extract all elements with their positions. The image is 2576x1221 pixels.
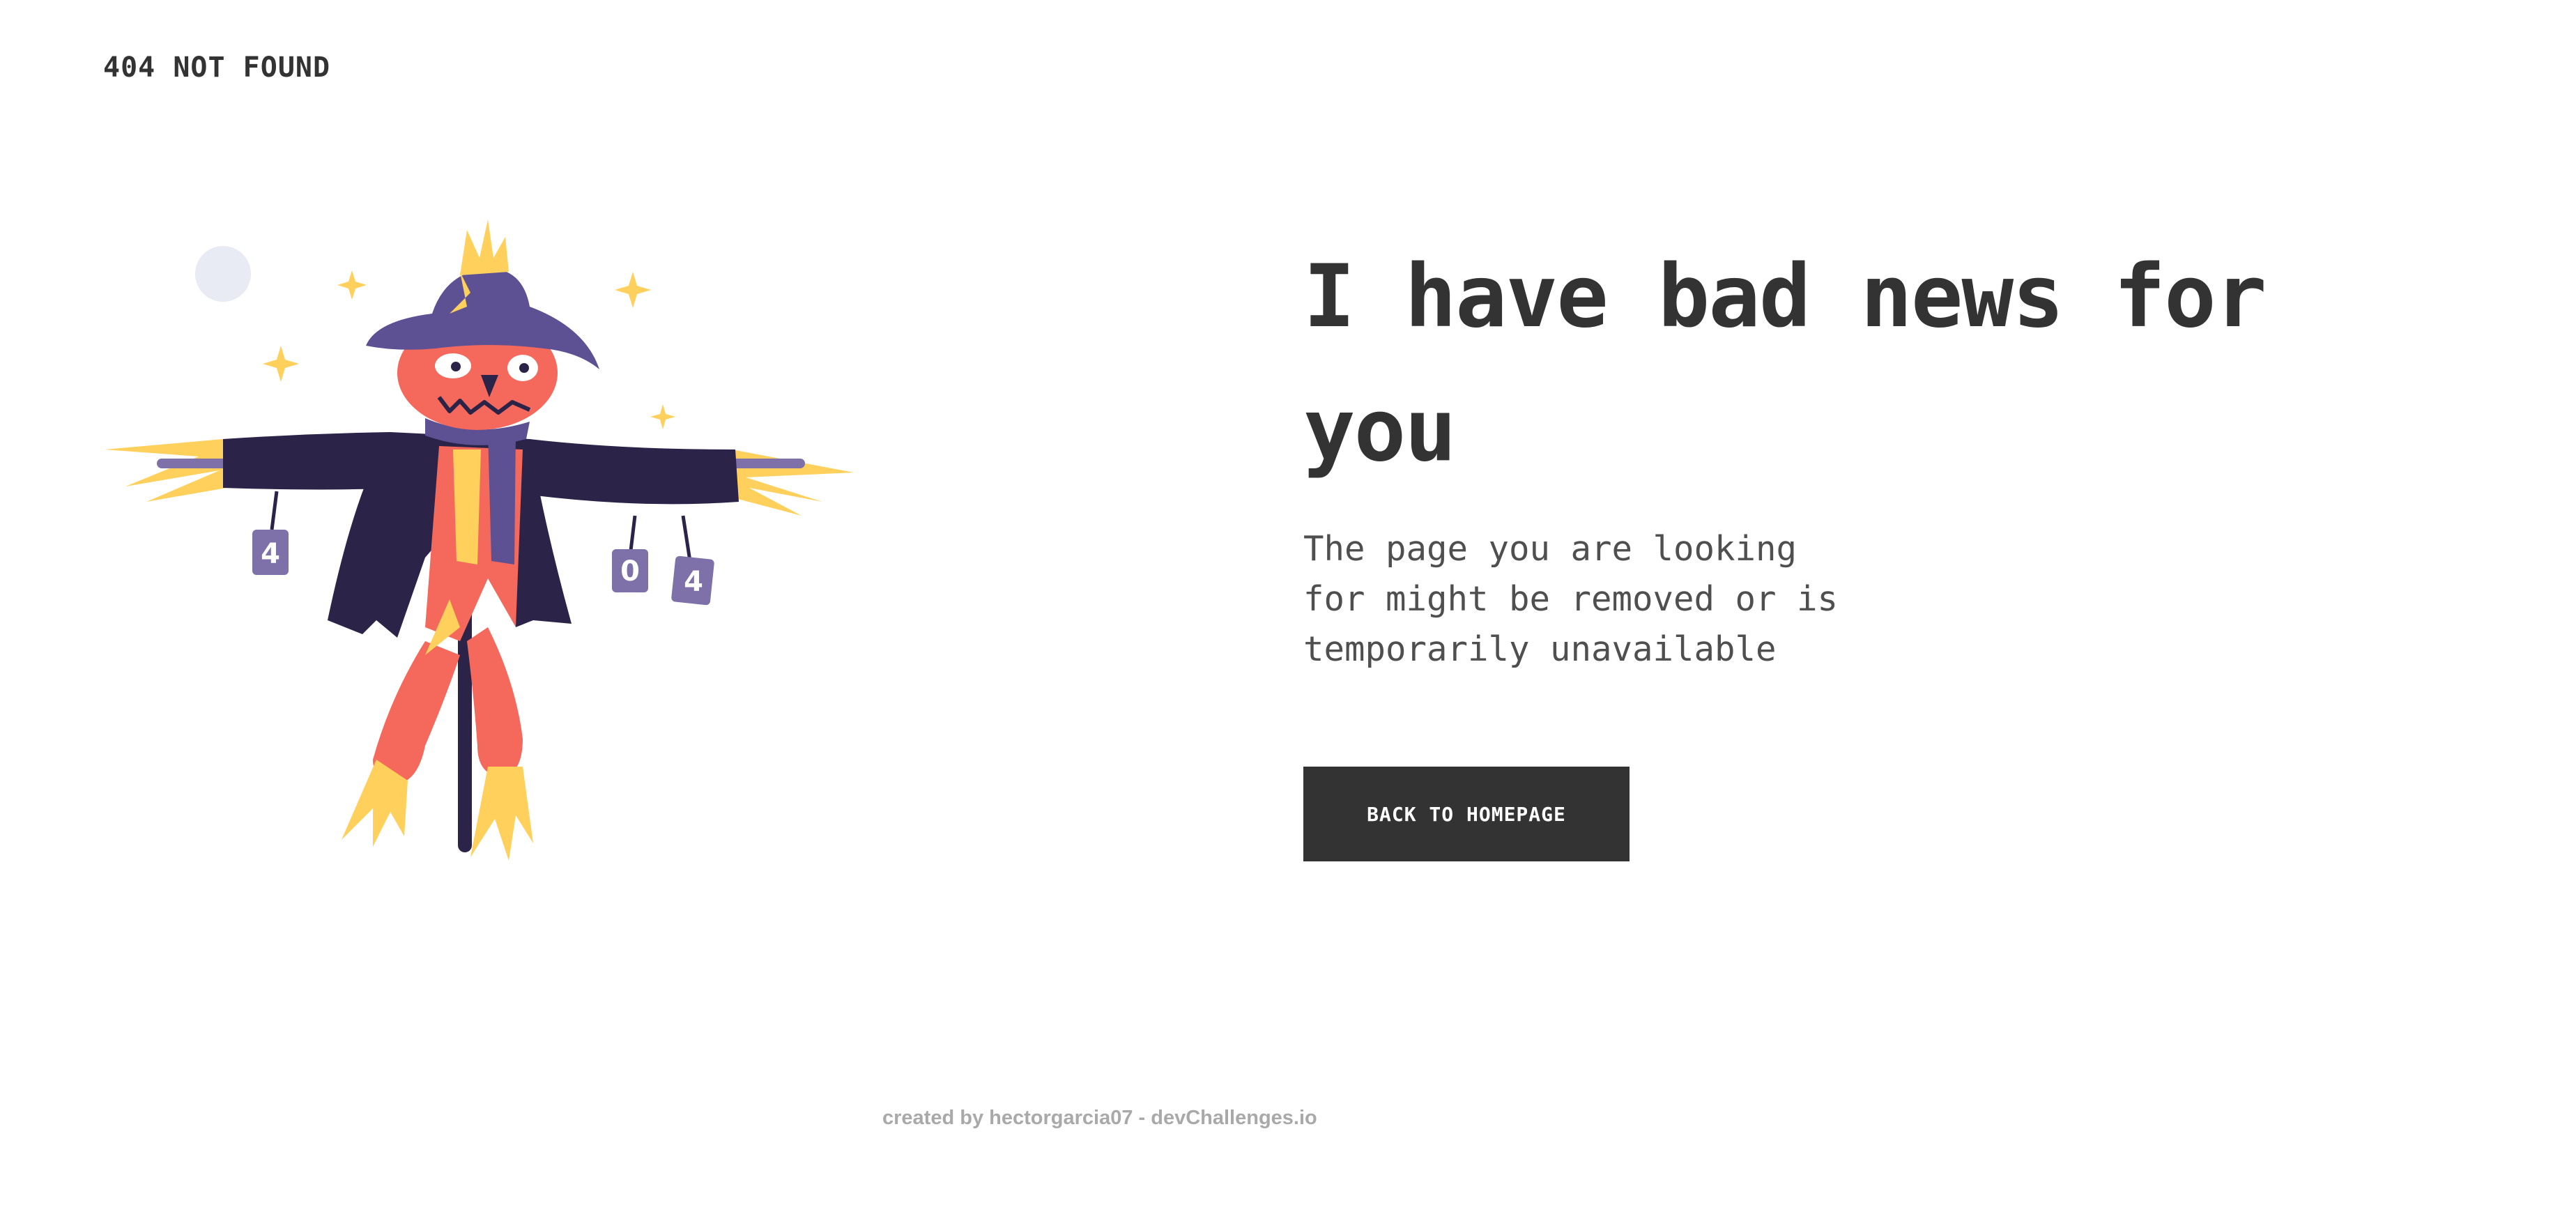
can-3: 4	[671, 555, 714, 606]
straw-left-hand	[105, 439, 227, 502]
error-message: The page you are looking for might be re…	[1303, 529, 1839, 669]
footer-credit: created by hectorgarcia07 - devChallenge…	[882, 1107, 1317, 1129]
can-label-2: 0	[620, 555, 640, 588]
moon-icon	[195, 246, 251, 302]
can-label-3: 4	[684, 566, 703, 598]
page-headline: I have bad news for you	[1303, 247, 2267, 481]
can-2: 0	[612, 549, 648, 592]
scarecrow-illustration: 4 0 4	[98, 209, 864, 864]
can-1: 4	[252, 530, 289, 575]
back-to-homepage-button[interactable]: BACK TO HOMEPAGE	[1303, 767, 1630, 861]
brand-logo: 404 NOT FOUND	[103, 52, 331, 84]
can-label-1: 4	[261, 538, 280, 570]
